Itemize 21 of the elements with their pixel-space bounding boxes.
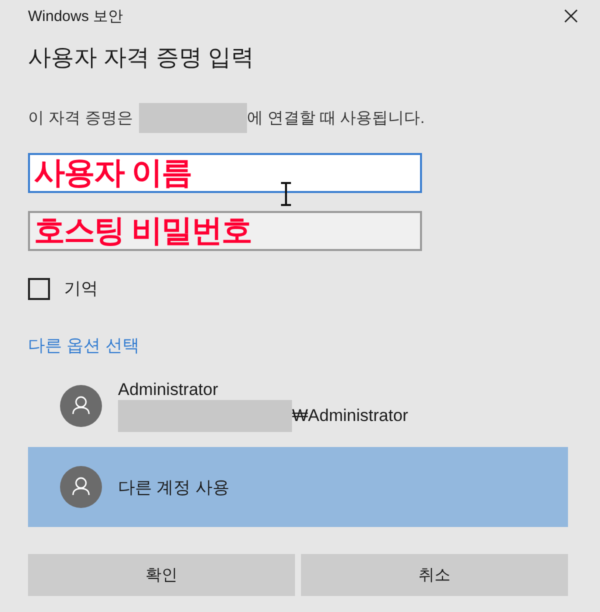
checkbox-label: 기억 — [64, 278, 98, 300]
dialog-heading: 사용자 자격 증명 입력 — [28, 43, 256, 72]
account-detail: ₩Administrator — [292, 406, 408, 426]
annotation-text: 호스팅 비밀번호 — [34, 215, 252, 247]
dialog-button[interactable]: 취소 — [301, 554, 568, 596]
description-text: 이 자격 증명은 — [28, 108, 133, 128]
account-name: Administrator — [118, 380, 220, 400]
account-option[interactable]: 다른 계정 사용 — [28, 447, 568, 527]
user-avatar-icon — [60, 385, 102, 427]
user-avatar-icon — [60, 466, 102, 508]
input-field[interactable] — [28, 153, 422, 193]
dialog-button[interactable]: 확인 — [28, 554, 295, 596]
account-option[interactable]: Administrator ₩Administrator — [28, 371, 568, 441]
description-text: 에 연결할 때 사용됩니다. — [246, 108, 425, 128]
annotation-text: 사용자 이름 — [34, 157, 192, 189]
window-title: Windows 보안 — [28, 6, 124, 26]
input-field[interactable] — [28, 211, 422, 251]
remember-checkbox[interactable] — [28, 278, 50, 300]
text-cursor-icon — [280, 182, 292, 206]
account-name: 다른 계정 사용 — [118, 476, 230, 498]
close-icon[interactable] — [564, 9, 578, 23]
